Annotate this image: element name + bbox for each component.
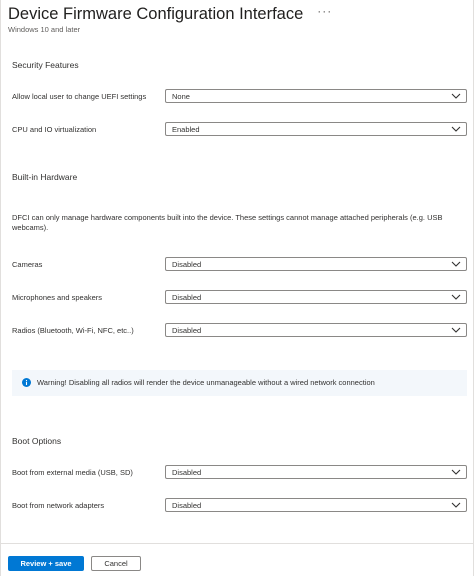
- warning-text: Warning! Disabling all radios will rende…: [37, 378, 375, 387]
- chevron-down-icon: [451, 93, 461, 99]
- review-save-button[interactable]: Review + save: [8, 556, 84, 571]
- chevron-down-icon: [451, 469, 461, 475]
- section-title-security: Security Features: [12, 60, 79, 70]
- dropdown-microphones-speakers[interactable]: Disabled: [165, 290, 467, 304]
- dropdown-value: Enabled: [172, 125, 200, 134]
- label-boot-network-adapters: Boot from network adapters: [12, 501, 105, 510]
- footer-divider: [1, 543, 473, 544]
- dropdown-value: None: [172, 92, 190, 101]
- dropdown-value: Disabled: [172, 326, 202, 335]
- dropdown-value: Disabled: [172, 468, 202, 477]
- page-header: Device Firmware Configuration Interface …: [8, 4, 465, 34]
- title-row: Device Firmware Configuration Interface …: [8, 4, 465, 24]
- chevron-down-icon: [451, 502, 461, 508]
- page-title: Device Firmware Configuration Interface: [8, 4, 304, 23]
- label-boot-external-media: Boot from external media (USB, SD): [12, 468, 133, 477]
- hardware-description: DFCI can only manage hardware components…: [12, 213, 443, 232]
- label-cameras: Cameras: [12, 260, 43, 269]
- dropdown-cameras[interactable]: Disabled: [165, 257, 467, 271]
- chevron-down-icon: [451, 327, 461, 333]
- chevron-down-icon: [451, 126, 461, 132]
- dropdown-value: Disabled: [172, 260, 202, 269]
- label-cpu-io-virtualization: CPU and IO virtualization: [12, 125, 97, 134]
- cancel-button[interactable]: Cancel: [91, 556, 141, 571]
- dropdown-boot-external-media[interactable]: Disabled: [165, 465, 467, 479]
- label-microphones-speakers: Microphones and speakers: [12, 293, 103, 302]
- section-title-boot: Boot Options: [12, 436, 62, 446]
- label-uefi-settings: Allow local user to change UEFI settings: [12, 92, 147, 101]
- chevron-down-icon: [451, 294, 461, 300]
- dropdown-radios[interactable]: Disabled: [165, 323, 467, 337]
- label-radios: Radios (Bluetooth, Wi-Fi, NFC, etc..): [12, 326, 134, 335]
- warning-infobar: Warning! Disabling all radios will rende…: [12, 370, 467, 396]
- dropdown-cpu-io-virtualization[interactable]: Enabled: [165, 122, 467, 136]
- dropdown-uefi-settings[interactable]: None: [165, 89, 467, 103]
- section-title-hardware: Built-in Hardware: [12, 172, 78, 182]
- configuration-page: Device Firmware Configuration Interface …: [0, 0, 474, 576]
- dropdown-value: Disabled: [172, 501, 202, 510]
- more-options-icon[interactable]: ···: [317, 4, 332, 18]
- dropdown-value: Disabled: [172, 293, 202, 302]
- page-subtitle: Windows 10 and later: [8, 25, 81, 34]
- chevron-down-icon: [451, 261, 461, 267]
- dropdown-boot-network-adapters[interactable]: Disabled: [165, 498, 467, 512]
- info-icon: [22, 378, 31, 387]
